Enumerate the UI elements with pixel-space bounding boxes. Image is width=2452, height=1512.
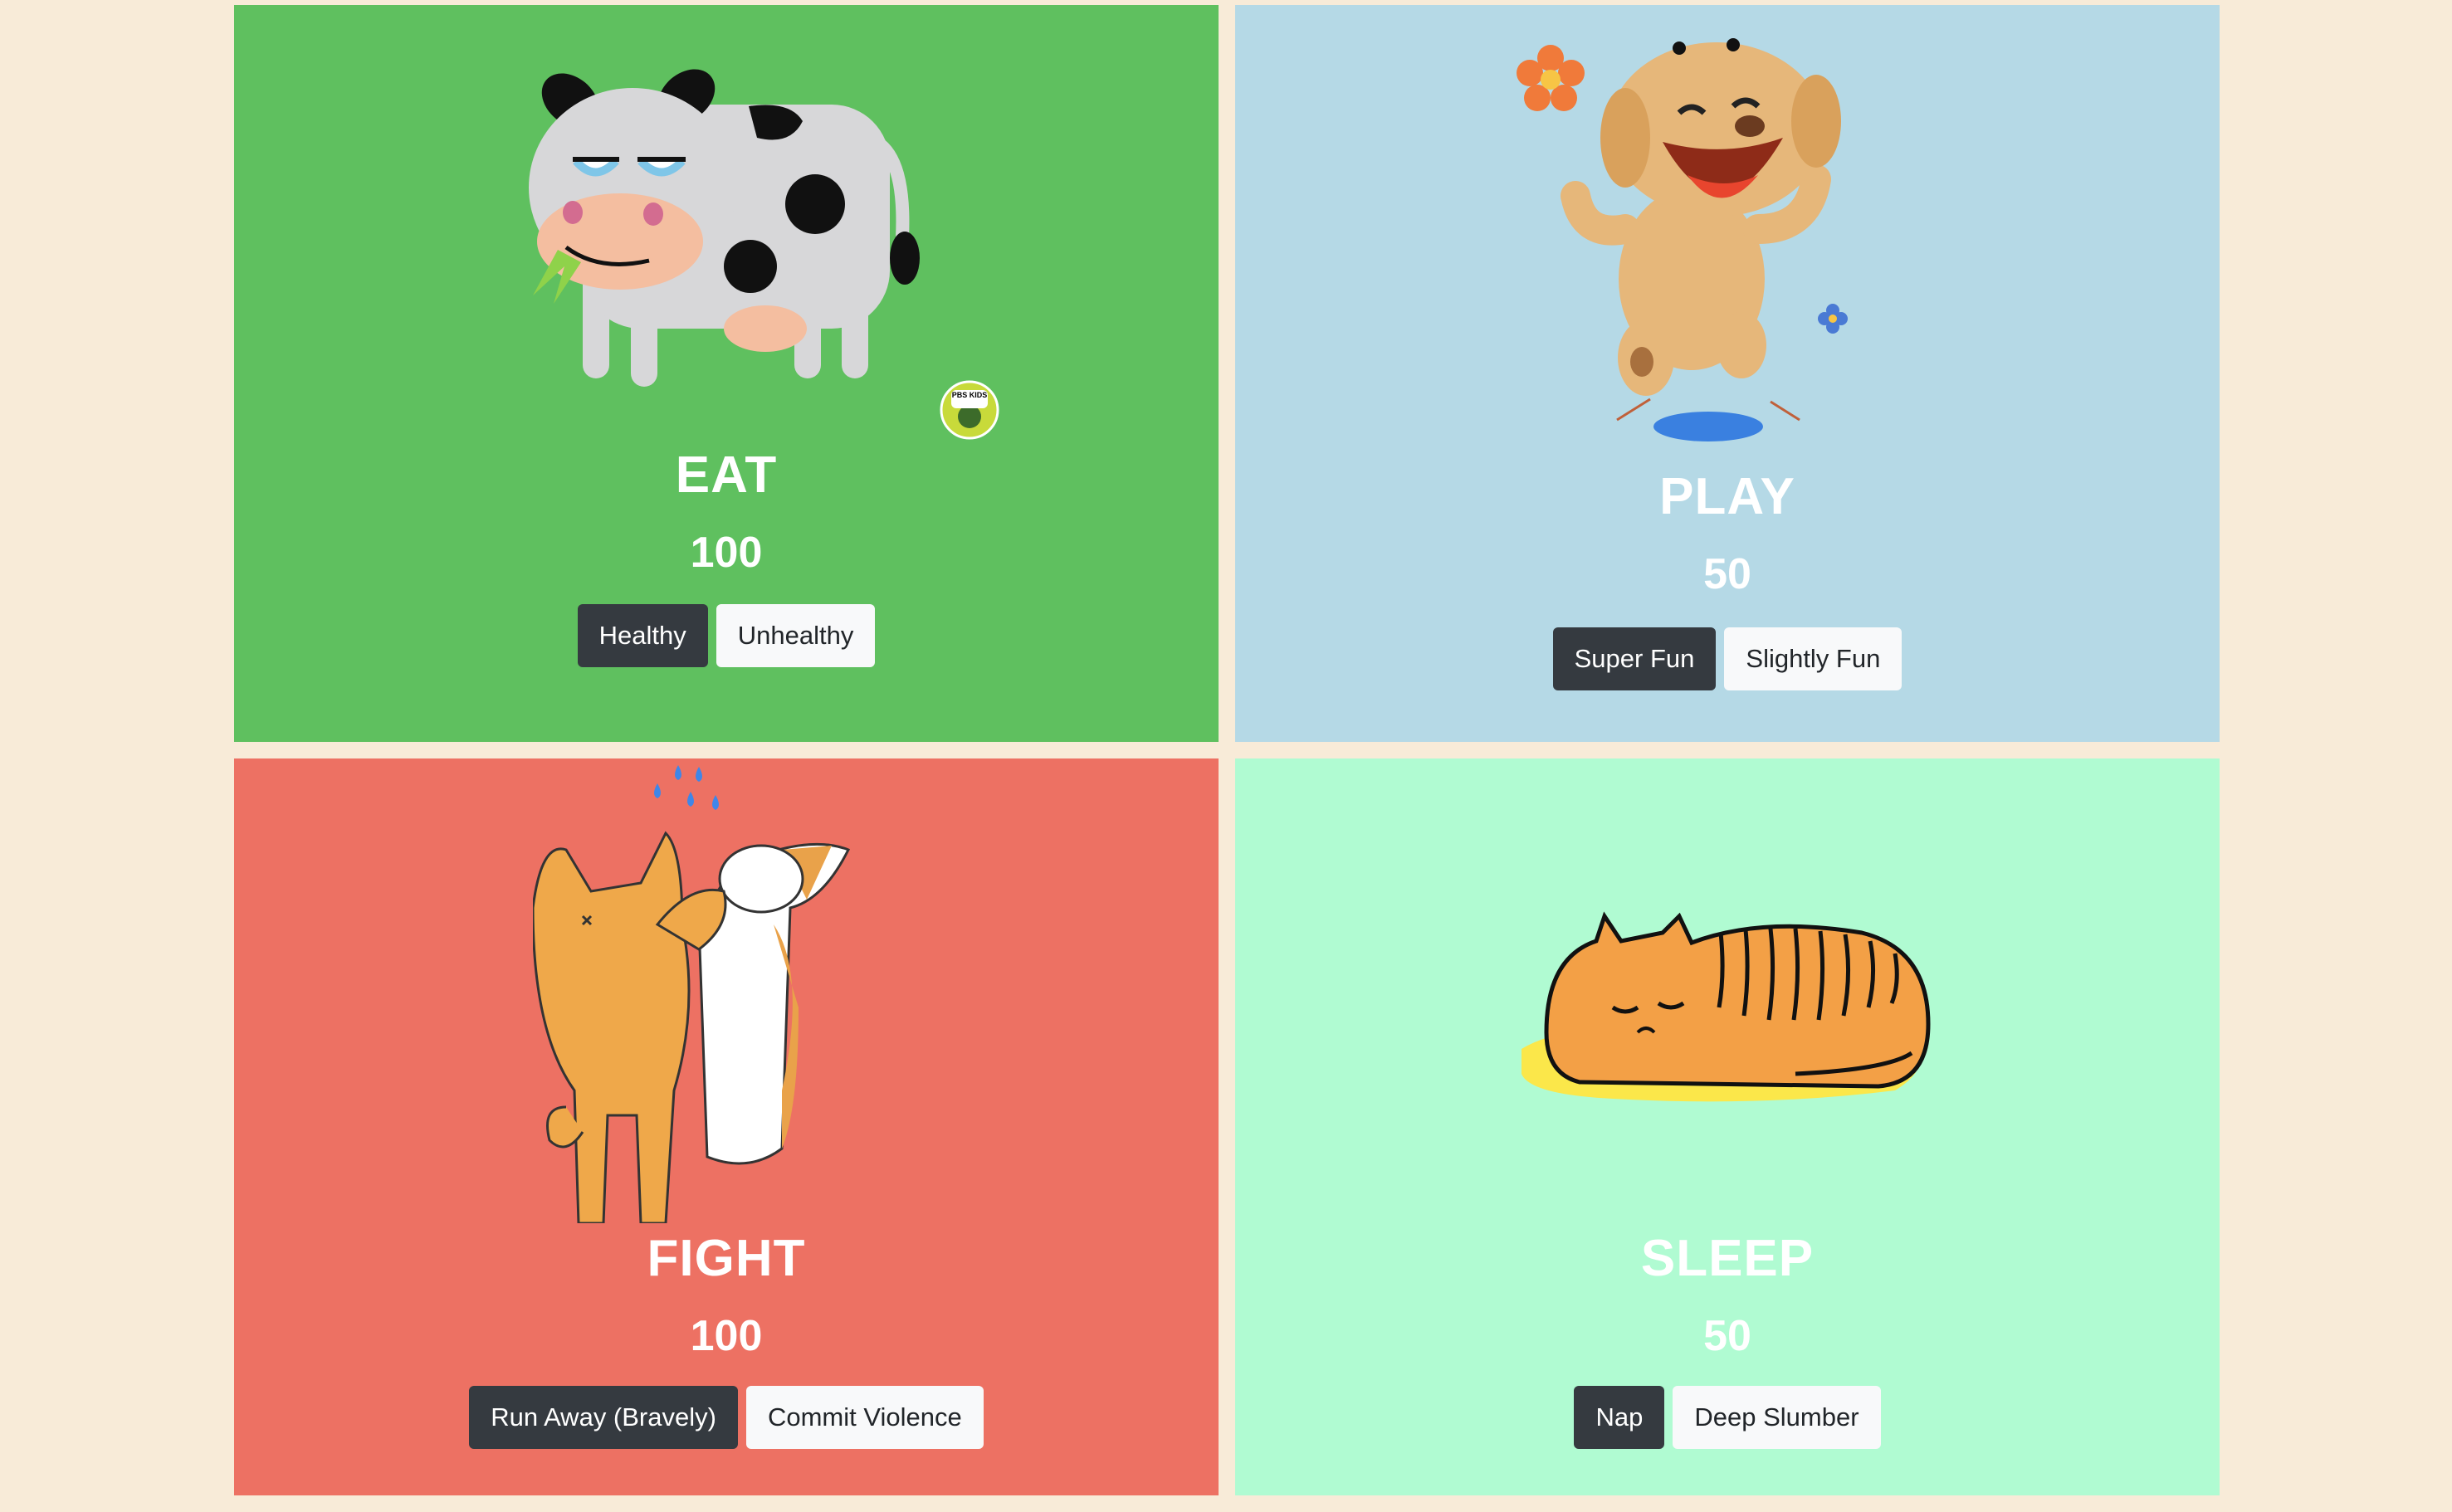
- fight-score: 100: [690, 1312, 763, 1360]
- fight-title: FIGHT: [647, 1230, 806, 1287]
- sleep-card: SLEEP 50 Nap Deep Slumber: [1235, 758, 2220, 1495]
- eat-button-group: Healthy Unhealthy: [234, 604, 1219, 667]
- pbs-kids-logo-icon: PBS KIDS: [940, 380, 999, 444]
- healthy-button[interactable]: Healthy: [577, 604, 708, 667]
- fight-card: FIGHT 100 Run Away (Bravely) Commit Viol…: [234, 758, 1219, 1495]
- sleeping-cat-illustration: [1522, 911, 1931, 1102]
- nap-button[interactable]: Nap: [1574, 1386, 1665, 1449]
- happy-dog-illustration: [1517, 38, 1848, 441]
- fighting-dogs-illustration: [533, 765, 851, 1223]
- play-card: PLAY 50 Super Fun Slightly Fun: [1235, 5, 2220, 742]
- eat-title: EAT: [675, 446, 778, 504]
- play-score: 50: [1703, 550, 1751, 598]
- play-title: PLAY: [1659, 468, 1795, 525]
- slightly-fun-button[interactable]: Slightly Fun: [1724, 627, 1902, 690]
- commit-violence-button[interactable]: Commit Violence: [745, 1386, 984, 1449]
- eat-score: 100: [690, 529, 763, 577]
- run-away-button[interactable]: Run Away (Bravely): [469, 1386, 738, 1449]
- fight-button-group: Run Away (Bravely) Commit Violence: [234, 1386, 1219, 1449]
- super-fun-button[interactable]: Super Fun: [1552, 627, 1717, 690]
- eat-card: PBS KIDS EAT 100 Healthy Unhealthy: [234, 5, 1219, 742]
- cow-illustration: [529, 69, 920, 387]
- sleep-title: SLEEP: [1640, 1230, 1815, 1287]
- deep-slumber-button[interactable]: Deep Slumber: [1673, 1386, 1881, 1449]
- pbs-kids-logo-text: PBS KIDS: [951, 391, 988, 399]
- sleep-button-group: Nap Deep Slumber: [1235, 1386, 2220, 1449]
- unhealthy-button[interactable]: Unhealthy: [716, 604, 876, 667]
- play-button-group: Super Fun Slightly Fun: [1235, 627, 2220, 690]
- sleep-score: 50: [1703, 1312, 1751, 1360]
